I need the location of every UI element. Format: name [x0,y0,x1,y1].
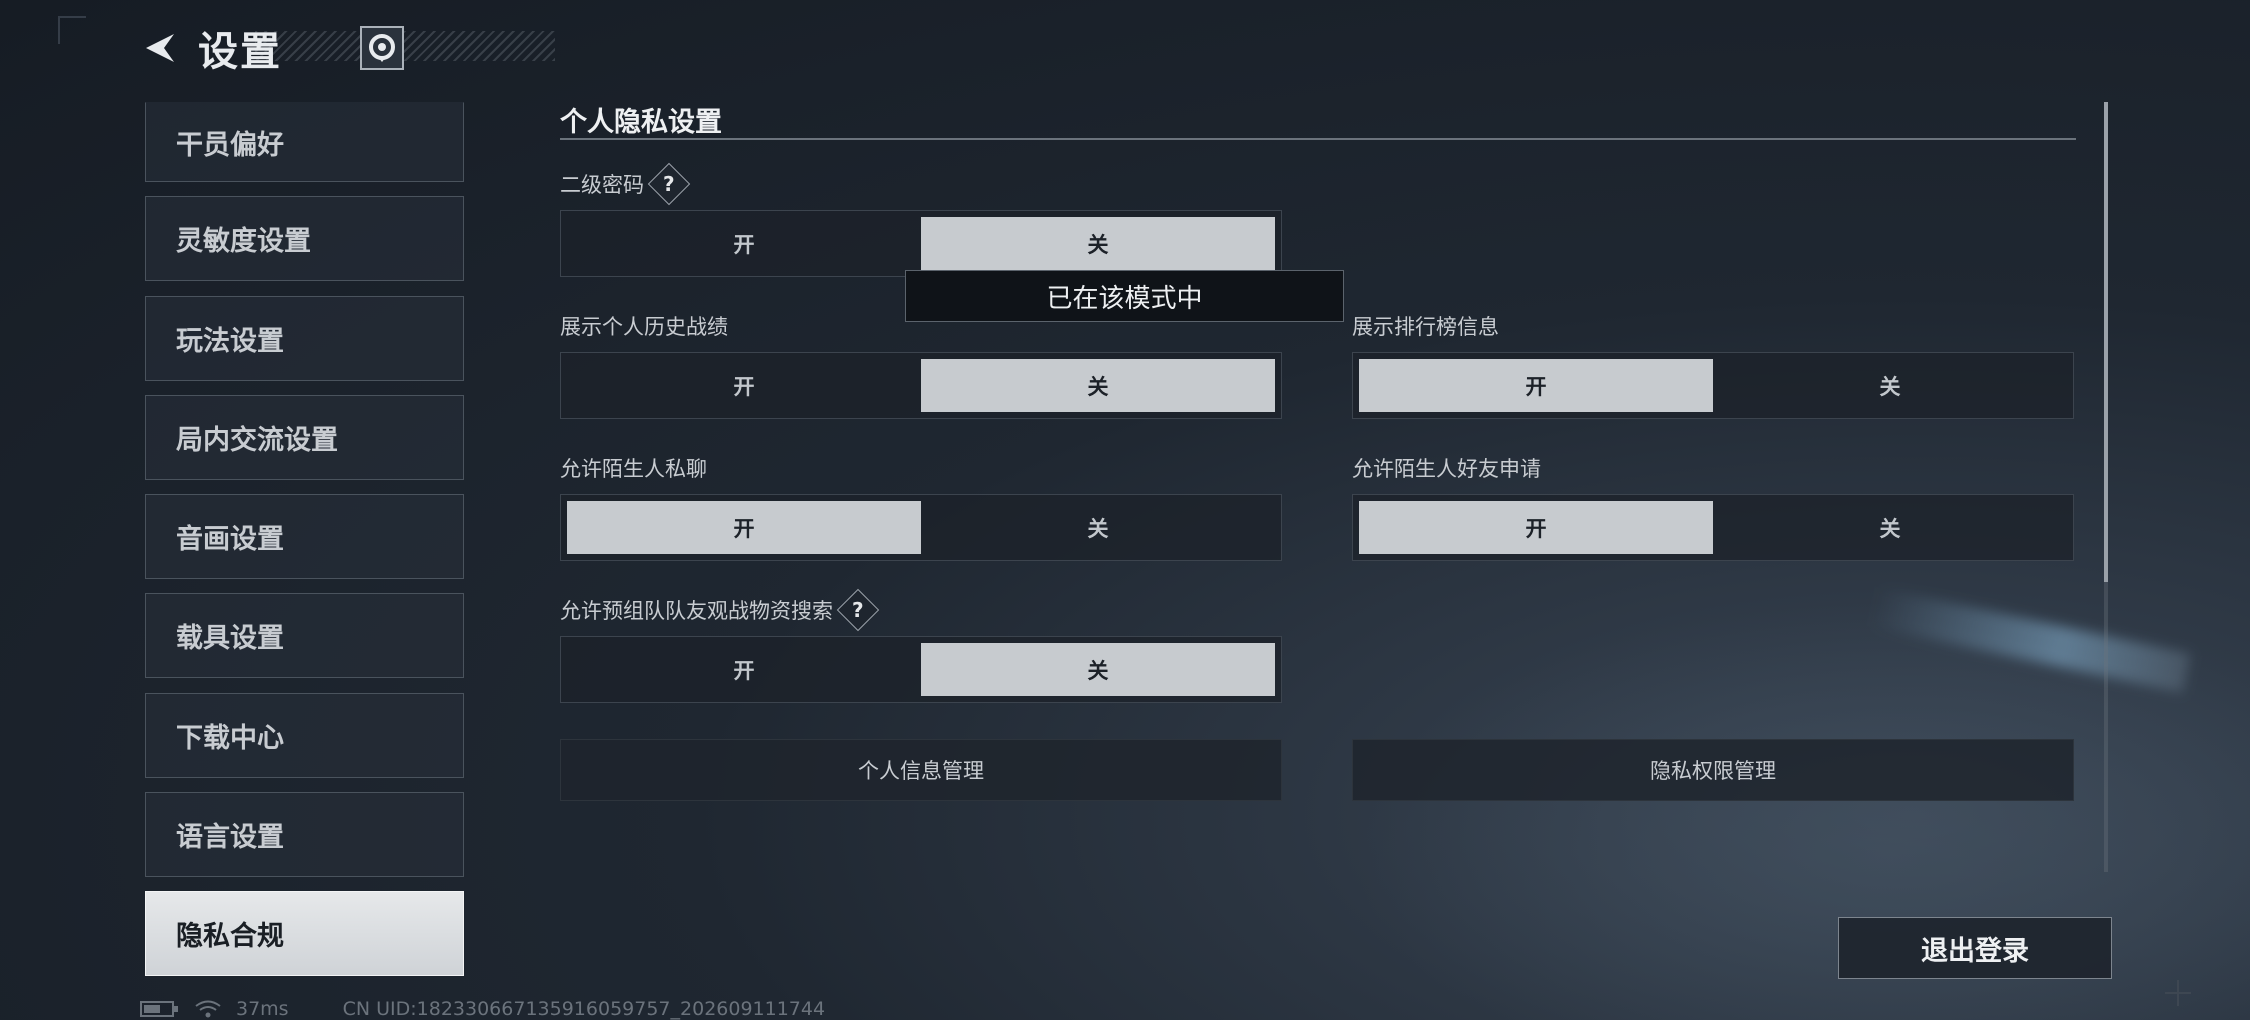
toggle-preteam-spectate-search: 开 关 [560,636,1282,703]
setting-label: 二级密码 [560,173,644,197]
scrollbar-thumb[interactable] [2104,102,2108,582]
sidebar-item-gameplay[interactable]: 玩法设置 [145,295,464,381]
personal-info-management-button[interactable]: 个人信息管理 [560,739,1282,801]
back-arrow-icon [146,34,174,62]
mode-tooltip: 已在该模式中 [905,270,1344,322]
sidebar-item-label: 音画设置 [176,524,284,556]
question-mark-icon[interactable]: ? [647,162,691,206]
section-title: 个人隐私设置 [560,107,722,138]
wifi-icon [195,1000,221,1018]
question-mark-icon[interactable]: ? [836,588,880,632]
setting-secondary-password: 二级密码 ? 开 关 [560,162,1282,277]
header-hatch-decoration [255,31,555,61]
sidebar-item-sensitivity[interactable]: 灵敏度设置 [145,196,464,282]
toggle-off-option[interactable]: 关 [921,501,1275,554]
setting-preteam-spectate-search: 允许预组队队友观战物资搜索 ? 开 关 [560,588,1282,703]
sidebar-item-label: 局内交流设置 [176,424,338,456]
battery-icon [140,1001,178,1017]
sidebar-item-vehicle[interactable]: 载具设置 [145,593,464,679]
toggle-show-leaderboard: 开 关 [1352,352,2074,419]
setting-stranger-friend-request: 允许陌生人好友申请 开 关 [1352,452,2074,561]
sidebar-item-label: 玩法设置 [176,325,284,357]
setting-label: 允许陌生人私聊 [560,457,707,481]
toggle-on-option[interactable]: 开 [1359,501,1713,554]
toggle-off-option[interactable]: 关 [1713,359,2067,412]
privacy-settings-panel: 个人隐私设置 二级密码 ? 开 关 展示个人历史战绩 开 关 展示排行榜信息 开… [560,100,2076,875]
setting-show-leaderboard: 展示排行榜信息 开 关 [1352,310,2074,419]
sidebar-item-audio-video[interactable]: 音画设置 [145,494,464,580]
back-button[interactable] [140,28,180,68]
logout-button[interactable]: 退出登录 [1838,917,2112,979]
ping-readout: 37ms [236,998,289,1020]
section-divider [560,138,2076,140]
sidebar-item-label: 隐私合规 [176,921,284,953]
toggle-show-history: 开 关 [560,352,1282,419]
sidebar-item-label: 载具设置 [176,623,284,655]
setting-label: 允许陌生人好友申请 [1352,457,1541,481]
status-bar: 37ms CN UID:1823306671359160597​57_20260… [140,998,825,1020]
sidebar-item-label: 灵敏度设置 [176,226,311,258]
toggle-off-option[interactable]: 关 [921,359,1275,412]
guide-button[interactable] [360,26,404,70]
toggle-off-option[interactable]: 关 [921,643,1275,696]
content-scrollbar[interactable] [2104,102,2108,872]
sidebar-item-label: 语言设置 [176,822,284,854]
help-bubble-icon [369,34,395,62]
management-row: 个人信息管理 [560,739,1282,801]
sidebar-item-language[interactable]: 语言设置 [145,792,464,878]
toggle-off-option[interactable]: 关 [921,217,1275,270]
plus-decoration-icon [2165,980,2191,1006]
toggle-on-option[interactable]: 开 [567,643,921,696]
sidebar-item-privacy-compliance[interactable]: 隐私合规 [145,891,464,977]
settings-sidebar: 干员偏好 灵敏度设置 玩法设置 局内交流设置 音画设置 载具设置 下载中心 语言… [145,102,464,991]
toggle-on-option[interactable]: 开 [567,217,921,270]
page-title: 设置 [198,29,282,75]
toggle-on-option[interactable]: 开 [567,359,921,412]
privacy-permission-management-button[interactable]: 隐私权限管理 [1352,739,2074,801]
sidebar-item-in-game-communication[interactable]: 局内交流设置 [145,394,464,480]
toggle-stranger-friend-request: 开 关 [1352,494,2074,561]
toggle-on-option[interactable]: 开 [1359,359,1713,412]
toggle-stranger-chat: 开 关 [560,494,1282,561]
setting-label: 展示排行榜信息 [1352,315,1499,339]
sidebar-item-label: 干员偏好 [176,129,284,161]
sidebar-item-label: 下载中心 [176,722,284,754]
corner-bracket-decoration [58,16,86,44]
management-row-right: 隐私权限管理 [1352,739,2074,801]
setting-stranger-chat: 允许陌生人私聊 开 关 [560,452,1282,561]
user-uid: CN UID:1823306671359160597​57_2026091117… [342,998,826,1020]
toggle-secondary-password: 开 关 [560,210,1282,277]
setting-label: 展示个人历史战绩 [560,315,728,339]
setting-label: 允许预组队队友观战物资搜索 [560,599,833,623]
toggle-off-option[interactable]: 关 [1713,501,2067,554]
setting-show-history: 展示个人历史战绩 开 关 [560,310,1282,419]
toggle-on-option[interactable]: 开 [567,501,921,554]
page-header: 设置 [140,20,555,76]
sidebar-item-download-center[interactable]: 下载中心 [145,692,464,778]
sidebar-item-operator-preference[interactable]: 干员偏好 [145,102,464,182]
